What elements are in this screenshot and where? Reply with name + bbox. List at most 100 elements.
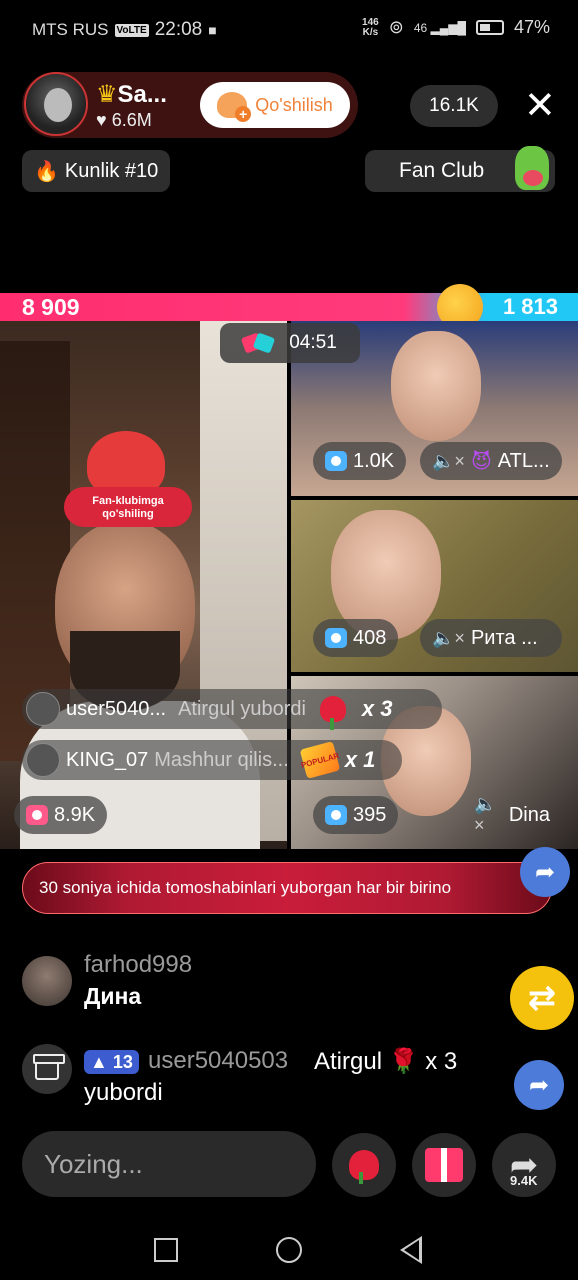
gift-button[interactable] <box>412 1133 476 1197</box>
guest-3-count: 395 <box>353 803 387 826</box>
follow-button[interactable]: Qo'shilish <box>200 82 350 128</box>
host-avatar[interactable] <box>24 72 88 136</box>
timer-value: 04:51 <box>289 332 337 353</box>
host-name[interactable]: ♛Sa... <box>96 80 167 109</box>
crown-icon: ♛ <box>96 81 118 108</box>
recent-apps-icon[interactable] <box>154 1238 178 1262</box>
home-icon[interactable] <box>276 1237 302 1263</box>
follow-label: Qo'shilish <box>255 94 333 115</box>
guest-2-label: Рита ... <box>470 626 538 649</box>
viewer-count[interactable]: 16.1K <box>410 85 498 127</box>
promo-banner[interactable]: 30 soniya ichida tomoshabinlari yuborgan… <box>22 862 552 914</box>
fan-club-sticker[interactable]: Fan-klubimga qo'shiling <box>62 411 192 531</box>
gift-user: KING_07 <box>66 748 149 771</box>
gift-multiplier: x 1 <box>344 747 376 772</box>
comment-username[interactable]: farhod998 <box>84 951 192 979</box>
daily-rank-badge[interactable]: 🔥 Kunlik #10 <box>22 150 171 192</box>
battle-icon <box>243 333 275 353</box>
gift-feed-row[interactable]: KING_07 Mashhur qilis... POPULAR x 1 <box>22 740 402 780</box>
guest-1-count: 1.0K <box>353 449 395 472</box>
speed-value: 146 <box>362 16 379 28</box>
guest-3-score[interactable]: 395 <box>313 796 399 834</box>
rose-icon <box>349 1150 379 1184</box>
sticker-text: Fan-klubimga qo'shiling <box>92 495 164 520</box>
battle-score-bar <box>0 293 578 321</box>
banner-text: 30 soniya ichida tomoshabinlari yuborgan… <box>39 878 452 897</box>
guest-1-score[interactable]: 1.0K <box>313 442 407 480</box>
network-speed: 146 K/s <box>362 16 379 38</box>
fire-icon: 🔥 <box>34 160 59 183</box>
camera-icon <box>325 451 347 471</box>
gift-message: Mashhur qilis... <box>154 748 289 771</box>
level-value: 13 <box>112 1052 133 1072</box>
guest-2-score[interactable]: 408 <box>313 619 399 657</box>
status-right: 146 K/s ⊚ 46 ▂▄▆█ 47% <box>362 17 550 38</box>
gift-multiplier: x 3 <box>361 696 393 721</box>
status-bar: MTS RUS VoLTE 22:08 ■ 146 K/s ⊚ 46 ▂▄▆█ … <box>0 0 578 60</box>
gift-user: user5040... <box>66 697 167 720</box>
switch-icon[interactable]: ⇄ <box>510 966 574 1030</box>
score-left: 8 909 <box>22 294 80 320</box>
camera-icon <box>325 805 347 825</box>
host-likes: ♥ 6.6M <box>96 110 152 131</box>
gift-feed-row[interactable]: user5040... Atirgul yubordi x 3 <box>22 689 442 730</box>
mute-icon: 🔈× <box>432 450 465 471</box>
rose-gift-button[interactable] <box>332 1133 396 1197</box>
host-card[interactable]: ♛Sa... ♥ 6.6M Qo'shilish <box>22 72 358 138</box>
avatar[interactable] <box>22 956 72 1006</box>
hotspot-icon: ⊚ <box>388 17 404 37</box>
volte-badge: VoLTE <box>114 23 149 37</box>
gift-comment-line-2: yubordi <box>84 1079 163 1106</box>
avatar <box>26 692 60 726</box>
gift-box-icon <box>425 1148 463 1182</box>
share-icon[interactable]: ➦ <box>520 847 570 897</box>
speed-unit: K/s <box>362 26 379 38</box>
host-likes-value: 6.6M <box>111 110 152 130</box>
carrier-label: MTS RUS <box>32 20 109 39</box>
guest-2-name[interactable]: 🔈× Рита ... <box>420 619 562 657</box>
gift-comment-line-1: Atirgul 🌹 x 3 <box>314 1047 457 1076</box>
gift-icon <box>22 1044 72 1094</box>
host-name-text: Sa... <box>117 81 167 108</box>
avatar <box>26 743 60 777</box>
camera-icon: ■ <box>208 22 217 38</box>
rose-icon <box>319 696 346 730</box>
gift-message: Atirgul yubordi <box>178 697 306 720</box>
gift-comment-multiplier: x 3 <box>425 1048 458 1075</box>
guest-3-name[interactable]: 🔈× Dina <box>462 794 562 835</box>
network-type: 46 <box>413 20 428 35</box>
fan-club-label: Fan Club <box>399 159 485 182</box>
fan-club-button[interactable]: Fan Club <box>365 146 555 192</box>
guest-2-count: 408 <box>353 626 387 649</box>
popular-badge-icon: POPULAR <box>299 741 341 779</box>
daily-rank-label: Kunlik #10 <box>64 159 159 182</box>
battle-timer: 04:51 <box>220 323 360 363</box>
clock: 22:08 <box>154 19 203 40</box>
battery-icon <box>475 20 504 35</box>
comment-text: Дина <box>84 983 142 1009</box>
devil-icon: 😈 <box>470 450 492 473</box>
guest-3-label: Dina <box>508 803 550 826</box>
rose-icon: 🌹 <box>388 1048 419 1075</box>
gift-comment-item: Atirgul <box>314 1048 383 1075</box>
status-left: MTS RUS VoLTE 22:08 ■ <box>32 19 217 41</box>
host-score[interactable]: 8.9K <box>14 796 108 834</box>
camera-icon <box>325 628 347 648</box>
mute-icon: 🔈× <box>432 627 465 648</box>
guest-1-name[interactable]: 🔈× 😈 ATL... <box>420 442 562 480</box>
signal-icon: 46 ▂▄▆█ <box>413 20 466 35</box>
heart-plus-icon <box>217 92 252 122</box>
back-icon[interactable] <box>400 1236 422 1264</box>
gift-comment-username[interactable]: user5040503 <box>148 1047 288 1075</box>
heart-icon: ♥ <box>96 110 107 130</box>
share-count: 9.4K <box>510 1173 538 1188</box>
level-badge: ▲ 13 <box>84 1050 139 1074</box>
host-count: 8.9K <box>54 803 96 826</box>
guest-1-label: ATL... <box>497 449 550 472</box>
camera-icon <box>26 805 48 825</box>
close-icon[interactable]: ✕ <box>524 85 556 127</box>
comment-input[interactable]: Yozing... <box>22 1131 316 1197</box>
mute-icon: 🔈× <box>474 794 497 835</box>
share-icon[interactable]: ➦ <box>514 1060 564 1110</box>
cactus-mascot-icon <box>515 146 549 190</box>
